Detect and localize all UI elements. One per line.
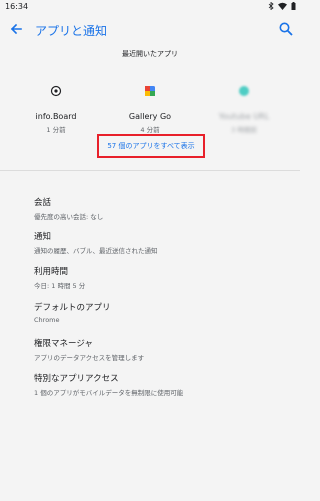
settings-item-special-app-access[interactable]: 特別なアプリアクセス 1 個のアプリがモバイルデータを無制限に使用可能 [34, 372, 284, 397]
recent-app-time: 1 分前 [46, 126, 66, 134]
see-all-apps-button[interactable]: 57 個のアプリをすべて表示 [97, 134, 205, 158]
app-bar: アプリと通知 [0, 14, 300, 46]
settings-item-subtitle: アプリのデータアクセスを管理します [34, 354, 145, 362]
settings-item-title: 特別なアプリアクセス [34, 374, 119, 384]
recent-app-redacted[interactable]: Youtube URL 3 時間前 [199, 82, 289, 134]
settings-item-screen-time[interactable]: 利用時間 今日: 1 時間 5 分 [34, 265, 284, 290]
settings-item-title: 会話 [34, 198, 52, 208]
recent-apps-header: 最近開いたアプリ [122, 50, 178, 58]
back-arrow-icon[interactable] [8, 21, 24, 37]
app-icon-redacted [239, 86, 249, 96]
settings-item-subtitle: 1 個のアプリがモバイルデータを無制限に使用可能 [34, 389, 184, 397]
settings-item-title: 通知 [34, 232, 52, 242]
recent-app-gallery-go[interactable]: Gallery Go 4 分前 [105, 82, 195, 134]
recent-app-name: Youtube URL [218, 112, 270, 121]
page-title: アプリと通知 [35, 24, 108, 38]
status-time: 16:34 [5, 2, 29, 11]
recent-apps: info.Board 1 分前 Gallery Go 4 分前 Youtube … [0, 82, 300, 134]
wifi-icon [278, 2, 287, 10]
settings-item-conversations[interactable]: 会話 優先度の高い会話: なし [34, 196, 284, 221]
settings-item-title: 利用時間 [34, 267, 69, 277]
recent-app-infoboard[interactable]: info.Board 1 分前 [11, 82, 101, 134]
divider [0, 170, 300, 171]
settings-item-subtitle: 今日: 1 時間 5 分 [34, 282, 86, 290]
settings-item-default-apps[interactable]: デフォルトのアプリ Chrome [34, 301, 284, 324]
battery-icon [291, 2, 296, 10]
settings-item-subtitle: Chrome [34, 316, 60, 324]
see-all-apps-label: 57 個のアプリをすべて表示 [107, 142, 195, 150]
settings-item-title: デフォルトのアプリ [34, 303, 111, 313]
search-icon[interactable] [278, 21, 294, 37]
recent-app-time: 3 時間前 [231, 126, 257, 134]
settings-item-subtitle: 優先度の高い会話: なし [34, 213, 104, 221]
app-icon-gallery-go [145, 86, 155, 96]
settings-item-notifications[interactable]: 通知 通知の履歴、バブル、最近送信された通知 [34, 230, 284, 255]
settings-item-permission-manager[interactable]: 権限マネージャ アプリのデータアクセスを管理します [34, 337, 284, 362]
recent-app-name: info.Board [35, 112, 77, 121]
bluetooth-icon [268, 2, 274, 10]
recent-app-time: 4 分前 [140, 126, 160, 134]
app-icon-infoboard [50, 85, 62, 97]
recent-app-name: Gallery Go [128, 112, 172, 121]
settings-item-subtitle: 通知の履歴、バブル、最近送信された通知 [34, 247, 158, 255]
settings-item-title: 権限マネージャ [34, 339, 93, 349]
status-bar: 16:34 [0, 0, 300, 14]
